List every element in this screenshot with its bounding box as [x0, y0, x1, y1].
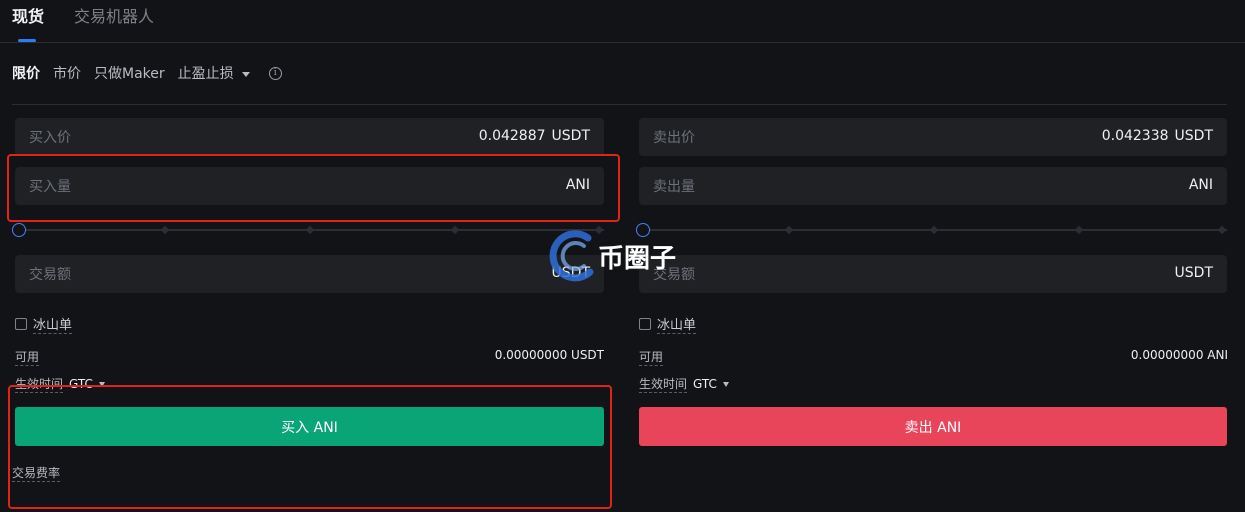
buy-amount-field[interactable]: 买入量 ANI	[15, 167, 604, 205]
buy-price-label: 买入价	[29, 130, 71, 146]
sell-available-value: 0.00000000 ANI	[1130, 348, 1228, 362]
sell-price-field[interactable]: 卖出价 0.042338 USDT	[639, 118, 1227, 156]
buy-available-row: 可用 0.00000000 USDT	[15, 348, 604, 366]
info-icon[interactable]: i	[268, 66, 282, 80]
sell-tif-value: GTC	[693, 377, 717, 391]
order-type-tp-sl-dropdown[interactable]: 止盈止损	[178, 63, 250, 83]
sell-tif-label: 生效时间	[639, 377, 688, 393]
sell-iceberg-checkbox[interactable]: 冰山单	[639, 314, 697, 334]
tab-trading-bot[interactable]: 交易机器人	[74, 6, 154, 28]
caret-down-icon	[722, 381, 729, 387]
order-type-maker-only[interactable]: 只做Maker	[94, 63, 165, 83]
tab-spot[interactable]: 现货	[12, 6, 44, 28]
buy-amount-label: 买入量	[29, 179, 71, 195]
sell-total-unit: USDT	[1174, 265, 1213, 281]
order-type-tp-sl-label: 止盈止损	[177, 66, 234, 82]
slider-tick-50[interactable]	[305, 225, 315, 235]
buy-available-value: 0.00000000 USDT	[494, 348, 604, 362]
sell-amount-unit: ANI	[1188, 177, 1213, 193]
trading-fee-link[interactable]: 交易费率	[12, 464, 61, 482]
sell-total-field[interactable]: 交易额 USDT	[639, 255, 1227, 293]
checkbox-box[interactable]	[639, 318, 651, 330]
buy-total-field[interactable]: 交易额 USDT	[15, 255, 604, 293]
divider	[12, 104, 1227, 105]
slider-tick-50[interactable]	[929, 225, 939, 235]
top-tab-bar: 现货 交易机器人	[0, 0, 1245, 43]
buy-time-in-force[interactable]: 生效时间 GTC	[15, 375, 105, 393]
sell-amount-label: 卖出量	[653, 179, 695, 195]
active-tab-indicator	[18, 39, 36, 42]
watermark-text: 币圈子	[598, 243, 677, 274]
sell-iceberg-label: 冰山单	[657, 314, 697, 334]
slider-tick-75[interactable]	[450, 225, 460, 235]
caret-down-icon	[98, 381, 105, 387]
slider-tick-75[interactable]	[1074, 225, 1084, 235]
buy-tif-label: 生效时间	[15, 377, 64, 393]
sell-percent-slider[interactable]	[636, 223, 1227, 237]
watermark: 币圈子	[548, 228, 676, 284]
slider-tick-25[interactable]	[784, 225, 794, 235]
buy-price-unit: USDT	[551, 128, 590, 144]
buy-tif-value: GTC	[69, 377, 93, 391]
slider-tick-25[interactable]	[160, 225, 170, 235]
sell-amount-field[interactable]: 卖出量 ANI	[639, 167, 1227, 205]
order-type-limit[interactable]: 限价	[12, 63, 40, 83]
buy-available-label: 可用	[15, 350, 40, 366]
highlight-box-buy-area	[8, 385, 612, 509]
buy-percent-slider[interactable]	[12, 223, 604, 237]
slider-handle[interactable]	[12, 223, 26, 237]
watermark-logo-icon	[549, 230, 594, 282]
sell-price-label: 卖出价	[653, 130, 695, 146]
sell-time-in-force[interactable]: 生效时间 GTC	[639, 375, 729, 393]
sell-available-label: 可用	[639, 350, 664, 366]
checkbox-box[interactable]	[15, 318, 27, 330]
buy-button[interactable]: 买入 ANI	[15, 407, 604, 446]
order-type-market[interactable]: 市价	[53, 63, 81, 83]
buy-iceberg-label: 冰山单	[33, 314, 73, 334]
buy-total-label: 交易额	[29, 267, 71, 283]
buy-iceberg-checkbox[interactable]: 冰山单	[15, 314, 73, 334]
buy-price-field[interactable]: 买入价 0.042887 USDT	[15, 118, 604, 156]
buy-price-value: 0.042887	[478, 128, 546, 144]
buy-amount-unit: ANI	[565, 177, 590, 193]
sell-price-value: 0.042338	[1101, 128, 1169, 144]
sell-price-unit: USDT	[1174, 128, 1213, 144]
order-type-selector: 限价 市价 只做Maker 止盈止损 i	[12, 63, 282, 83]
sell-available-row: 可用 0.00000000 ANI	[639, 348, 1228, 366]
slider-tick-100[interactable]	[1217, 225, 1227, 235]
sell-button[interactable]: 卖出 ANI	[639, 407, 1227, 446]
caret-down-icon	[241, 71, 250, 77]
